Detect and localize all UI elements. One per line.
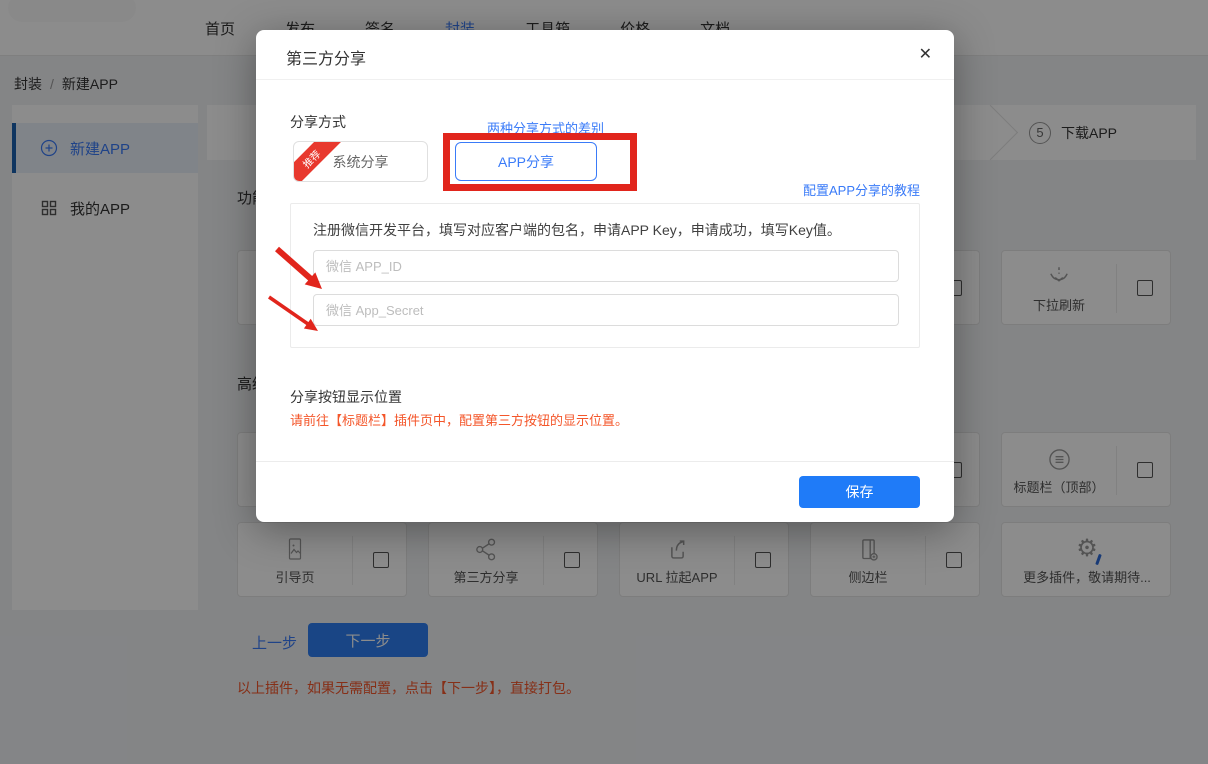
close-icon[interactable]: ✕: [919, 44, 932, 64]
system-share-label: 系统分享: [333, 154, 389, 170]
wechat-instruction-text: 注册微信开发平台，填写对应客户端的包名，申请APP Key，申请成功，填写Key…: [313, 220, 841, 240]
wechat-appid-input[interactable]: [313, 250, 899, 282]
modal-title: 第三方分享: [286, 45, 366, 69]
share-button-position-note: 请前往【标题栏】插件页中，配置第三方按钮的显示位置。: [290, 410, 628, 429]
share-method-label: 分享方式: [290, 112, 346, 132]
system-share-button[interactable]: 推荐 系统分享: [293, 141, 428, 182]
third-party-share-modal: 第三方分享 ✕ 分享方式 两种分享方式的差别 推荐 系统分享 APP分享 配置A…: [256, 30, 954, 522]
app-share-tutorial-link[interactable]: 配置APP分享的教程: [803, 180, 920, 199]
save-button[interactable]: 保存: [799, 476, 920, 508]
wechat-appsecret-input[interactable]: [313, 294, 899, 326]
modal-header: 第三方分享 ✕: [256, 30, 954, 80]
modal-footer-divider: [256, 461, 954, 462]
share-method-difference-link[interactable]: 两种分享方式的差别: [487, 118, 604, 137]
wechat-config-box: 注册微信开发平台，填写对应客户端的包名，申请APP Key，申请成功，填写Key…: [290, 203, 920, 348]
app-share-button[interactable]: APP分享: [455, 142, 597, 181]
share-button-position-label: 分享按钮显示位置: [290, 387, 402, 407]
